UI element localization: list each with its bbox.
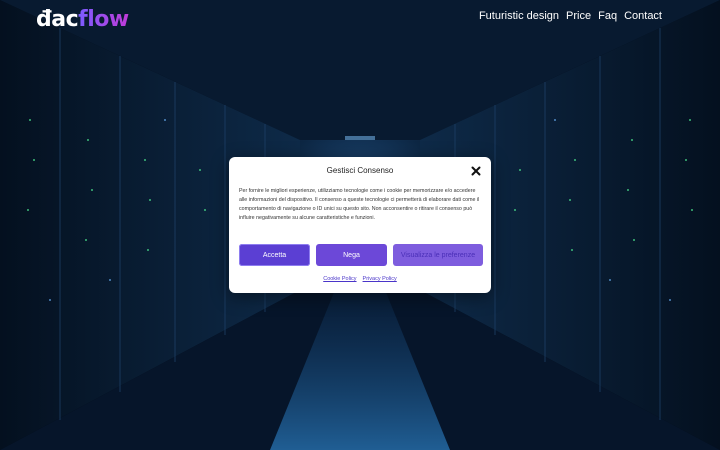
privacy-policy-link[interactable]: Privacy Policy [363,276,397,282]
nav-item-price[interactable]: Price [566,10,591,22]
brand-wordmark: đacflow [36,8,129,32]
main-nav: Futuristic design Price Faq Contact [479,10,662,22]
policy-links: Cookie Policy Privacy Policy [229,276,491,282]
brand-logo[interactable]: đacflow [36,6,129,32]
nav-item-contact[interactable]: Contact [624,10,662,22]
view-preferences-button[interactable]: Visualizza le preferenze [393,244,483,266]
deny-button[interactable]: Nega [316,244,387,266]
accept-button[interactable]: Accetta [239,244,310,266]
nav-item-faq[interactable]: Faq [598,10,617,22]
close-icon[interactable] [471,166,481,176]
nav-item-futuristic-design[interactable]: Futuristic design [479,10,559,22]
brand-wordmark-part1: đac [36,7,79,32]
site-header: đacflow Futuristic design Price Faq Cont… [0,0,720,38]
cookie-policy-link[interactable]: Cookie Policy [323,276,356,282]
consent-title: Gestisci Consenso [326,166,394,175]
consent-actions: Accetta Nega Visualizza le preferenze [239,244,483,266]
consent-description: Per fornire le migliori esperienze, util… [239,188,480,221]
brand-wordmark-part2: flow [78,7,129,32]
cookie-consent-dialog: Gestisci Consenso Per fornire le miglior… [229,157,491,293]
